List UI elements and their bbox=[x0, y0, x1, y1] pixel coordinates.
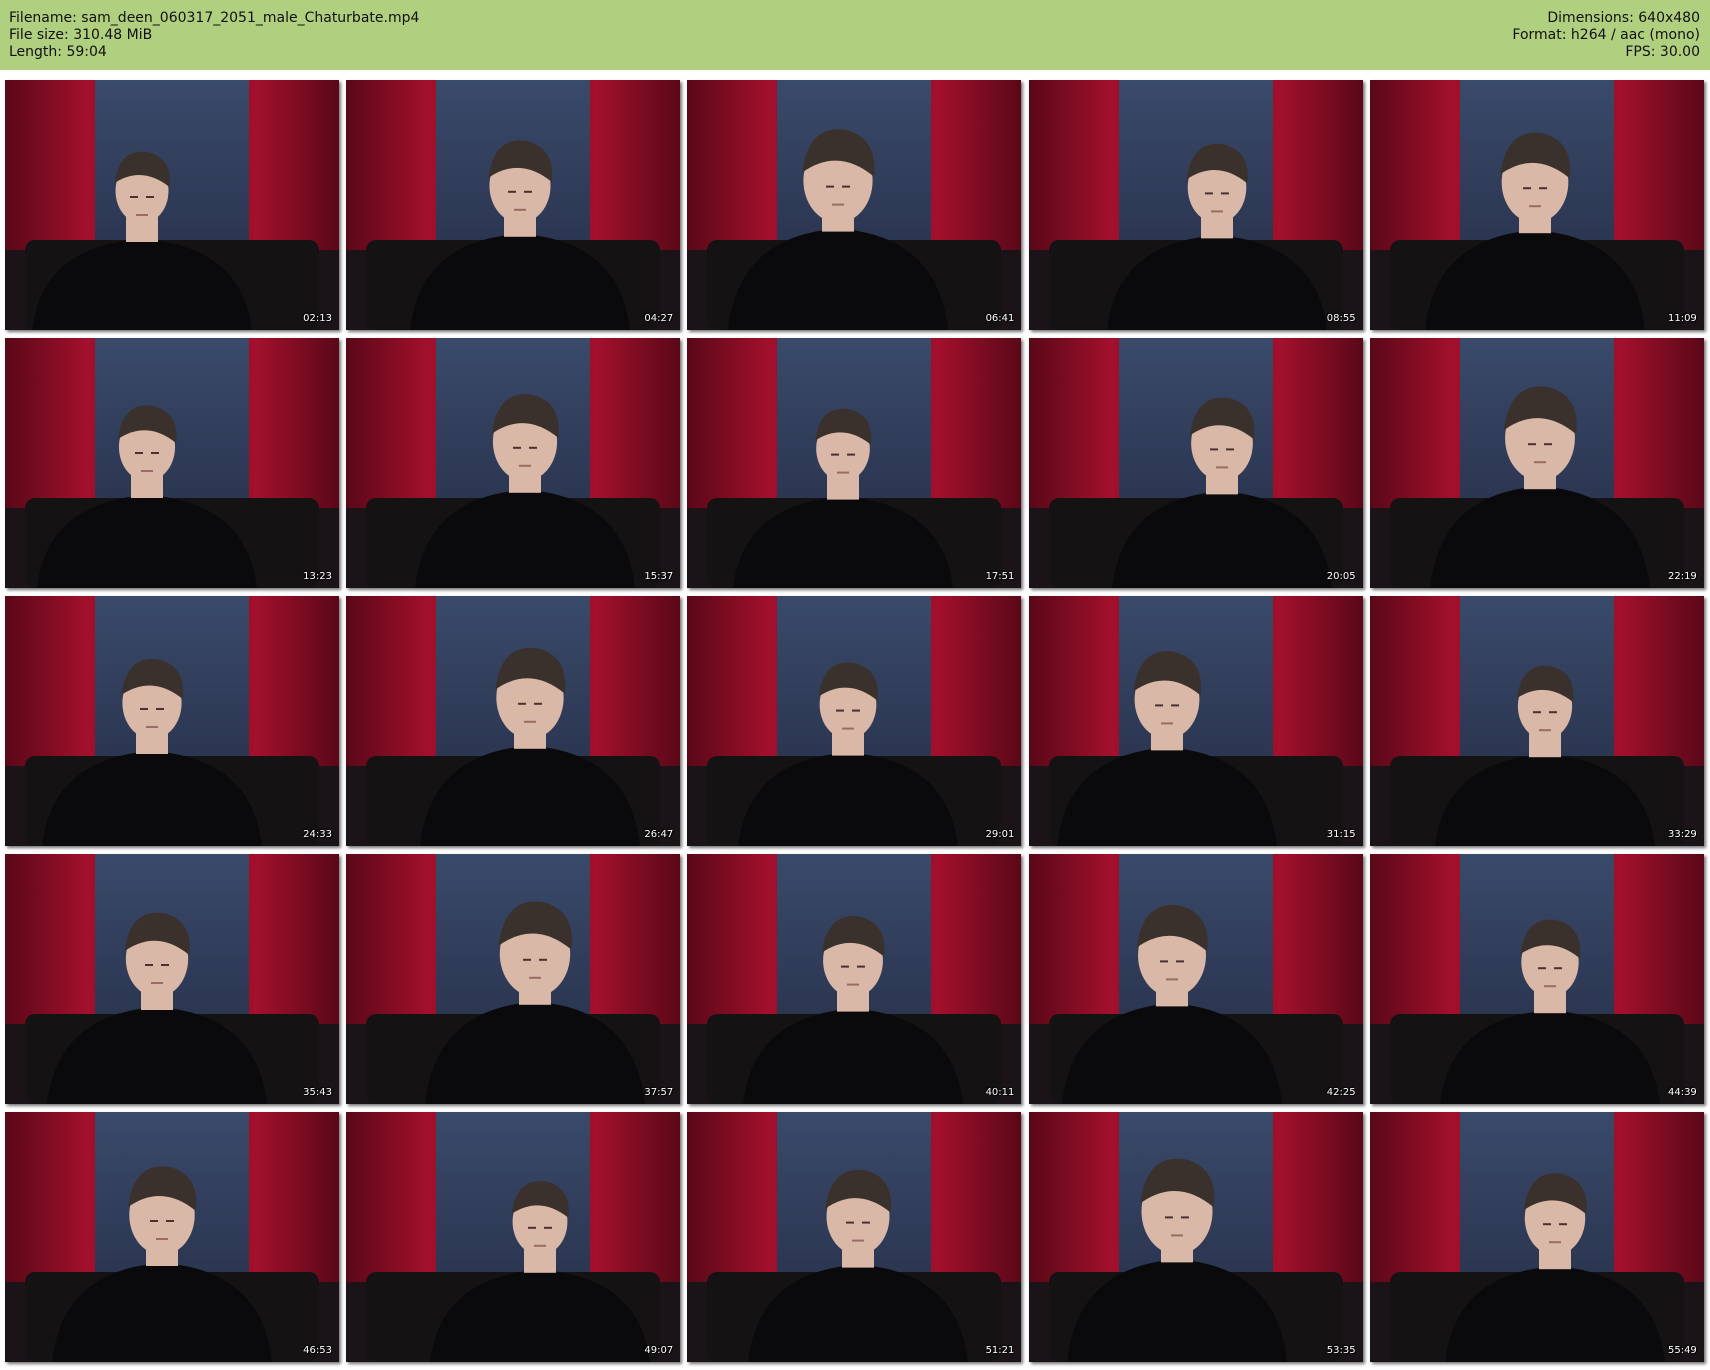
thumbnail-timestamp: 20:05 bbox=[1326, 571, 1356, 582]
video-thumbnail: 55:49 bbox=[1369, 1112, 1704, 1362]
thumbnail-image bbox=[687, 1112, 1022, 1362]
thumbnail-timestamp: 17:51 bbox=[985, 571, 1015, 582]
thumbnail-image bbox=[5, 338, 339, 588]
thumbnail-image bbox=[1028, 854, 1363, 1104]
video-thumbnail: 20:05 bbox=[1028, 338, 1363, 588]
fps-text: FPS: 30.00 bbox=[1625, 44, 1700, 60]
video-thumbnail: 13:23 bbox=[5, 338, 339, 588]
video-thumbnail: 49:07 bbox=[346, 1112, 681, 1362]
filename-text: Filename: sam_deen_060317_2051_male_Chat… bbox=[9, 10, 420, 26]
video-thumbnail: 51:21 bbox=[687, 1112, 1022, 1362]
thumbnail-image bbox=[687, 338, 1022, 588]
thumbnail-timestamp: 33:29 bbox=[1667, 829, 1697, 840]
thumbnail-timestamp: 06:41 bbox=[985, 313, 1015, 324]
video-thumbnail: 26:47 bbox=[346, 596, 681, 846]
video-thumbnail: 46:53 bbox=[5, 1112, 339, 1362]
thumbnail-timestamp: 08:55 bbox=[1326, 313, 1356, 324]
thumbnail-image bbox=[1369, 1112, 1704, 1362]
thumbnail-image bbox=[1028, 338, 1363, 588]
video-thumbnail: 06:41 bbox=[687, 80, 1022, 330]
thumbnail-timestamp: 24:33 bbox=[303, 829, 332, 840]
info-header: Filename: sam_deen_060317_2051_male_Chat… bbox=[0, 0, 1710, 70]
video-thumbnail: 53:35 bbox=[1028, 1112, 1363, 1362]
thumbnail-image bbox=[5, 80, 339, 330]
thumbnail-timestamp: 26:47 bbox=[644, 829, 674, 840]
video-thumbnail: 29:01 bbox=[687, 596, 1022, 846]
thumbnail-image bbox=[346, 596, 681, 846]
thumbnail-timestamp: 29:01 bbox=[985, 829, 1015, 840]
format-text: Format: h264 / aac (mono) bbox=[1512, 27, 1700, 43]
video-thumbnail: 22:19 bbox=[1369, 338, 1704, 588]
video-thumbnail: 15:37 bbox=[346, 338, 681, 588]
thumbnail-image bbox=[5, 1112, 339, 1362]
thumbnail-timestamp: 51:21 bbox=[985, 1345, 1015, 1356]
thumbnail-image bbox=[1369, 80, 1704, 330]
thumbnail-timestamp: 22:19 bbox=[1667, 571, 1697, 582]
video-thumbnail: 35:43 bbox=[5, 854, 339, 1104]
video-thumbnail: 08:55 bbox=[1028, 80, 1363, 330]
thumbnail-timestamp: 04:27 bbox=[644, 313, 674, 324]
thumbnail-image bbox=[1028, 596, 1363, 846]
thumbnail-image bbox=[346, 854, 681, 1104]
thumbnail-image bbox=[1369, 596, 1704, 846]
thumbnail-timestamp: 55:49 bbox=[1667, 1345, 1697, 1356]
thumbnail-timestamp: 13:23 bbox=[303, 571, 332, 582]
thumbnail-image bbox=[1369, 854, 1704, 1104]
thumbnail-timestamp: 40:11 bbox=[985, 1087, 1015, 1098]
video-thumbnail: 44:39 bbox=[1369, 854, 1704, 1104]
video-thumbnail: 37:57 bbox=[346, 854, 681, 1104]
length-text: Length: 59:04 bbox=[9, 44, 107, 60]
file-info: Filename: sam_deen_060317_2051_male_Chat… bbox=[9, 10, 419, 61]
thumbnail-timestamp: 42:25 bbox=[1326, 1087, 1356, 1098]
thumbnail-grid: 02:13 04:27 06:41 08:55 11:09 13:23 15:37 17:51… bbox=[0, 70, 1710, 1370]
thumbnail-image bbox=[687, 80, 1022, 330]
thumbnail-timestamp: 35:43 bbox=[303, 1087, 332, 1098]
thumbnail-timestamp: 44:39 bbox=[1667, 1087, 1697, 1098]
thumbnail-image bbox=[5, 596, 339, 846]
filesize-text: File size: 310.48 MiB bbox=[9, 27, 153, 43]
thumbnail-image bbox=[1369, 338, 1704, 588]
video-thumbnail: 02:13 bbox=[5, 80, 339, 330]
thumbnail-timestamp: 11:09 bbox=[1667, 313, 1697, 324]
video-thumbnail: 17:51 bbox=[687, 338, 1022, 588]
thumbnail-image bbox=[5, 854, 339, 1104]
thumbnail-image bbox=[346, 1112, 681, 1362]
thumbnail-timestamp: 02:13 bbox=[303, 313, 332, 324]
thumbnail-timestamp: 31:15 bbox=[1326, 829, 1356, 840]
thumbnail-image bbox=[687, 596, 1022, 846]
thumbnail-image bbox=[1028, 1112, 1363, 1362]
video-thumbnail: 24:33 bbox=[5, 596, 339, 846]
thumbnail-image bbox=[346, 338, 681, 588]
thumbnail-timestamp: 37:57 bbox=[644, 1087, 674, 1098]
video-thumbnail: 42:25 bbox=[1028, 854, 1363, 1104]
thumbnail-image bbox=[346, 80, 681, 330]
thumbnail-image bbox=[1028, 80, 1363, 330]
stream-info: Dimensions: 640x480 Format: h264 / aac (… bbox=[1512, 10, 1700, 61]
video-thumbnail: 04:27 bbox=[346, 80, 681, 330]
thumbnail-timestamp: 49:07 bbox=[644, 1345, 674, 1356]
video-thumbnail: 40:11 bbox=[687, 854, 1022, 1104]
dimensions-text: Dimensions: 640x480 bbox=[1547, 10, 1700, 26]
video-thumbnail: 11:09 bbox=[1369, 80, 1704, 330]
thumbnail-timestamp: 15:37 bbox=[644, 571, 674, 582]
video-thumbnail: 31:15 bbox=[1028, 596, 1363, 846]
video-thumbnail: 33:29 bbox=[1369, 596, 1704, 846]
thumbnail-timestamp: 46:53 bbox=[303, 1345, 332, 1356]
thumbnail-timestamp: 53:35 bbox=[1326, 1345, 1356, 1356]
thumbnail-image bbox=[687, 854, 1022, 1104]
